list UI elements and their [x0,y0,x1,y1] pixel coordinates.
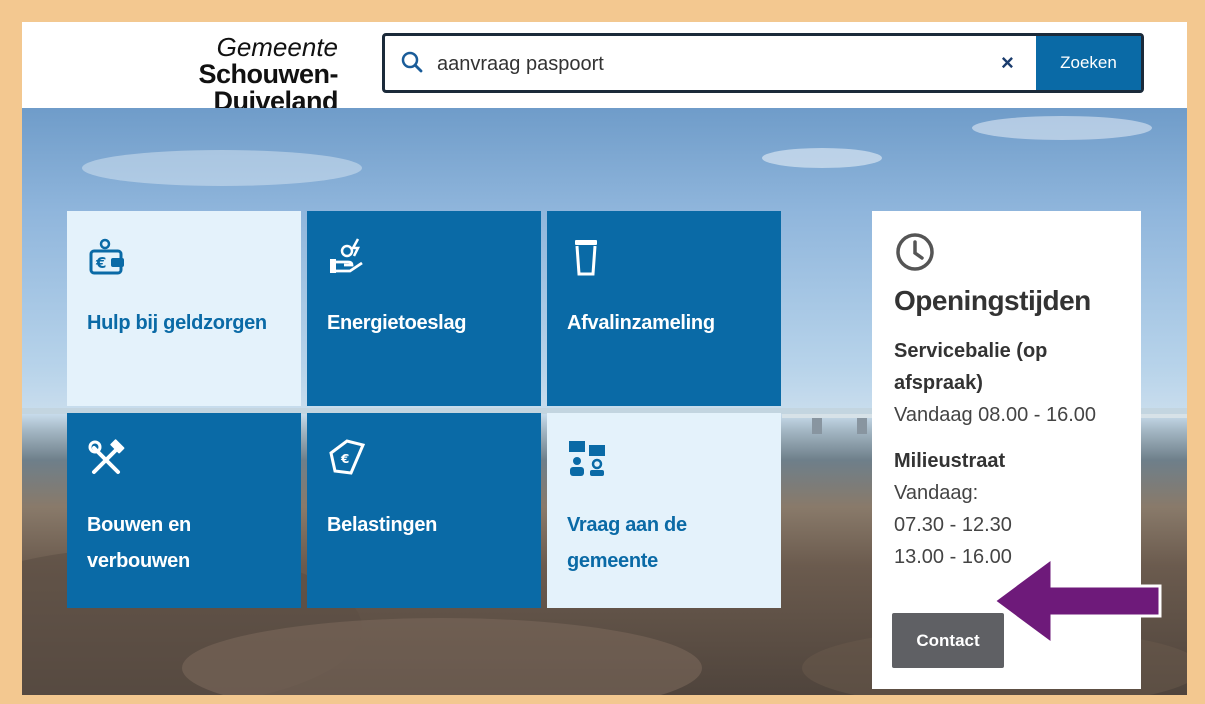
search-input[interactable] [435,49,999,79]
svg-text:€: € [95,254,106,272]
hand-energy-icon [330,238,363,273]
contact-button[interactable]: Contact [892,613,1004,668]
tile-label: Bouwen en verbouwen [87,514,191,572]
search-bar: × Zoeken [382,33,1144,93]
clock-icon [896,233,934,271]
milieu-time-morning: 07.30 - 12.30 [894,514,1012,536]
tile-label: Hulp bij geldzorgen [87,312,267,334]
clear-search-icon[interactable]: × [1001,50,1014,76]
tile-afvalinzameling[interactable]: Afvalinzameling [547,211,781,406]
milieu-day: Vandaag: [894,482,979,504]
tile-belastingen[interactable]: € Belastingen [307,413,541,608]
tile-label: Vraag aan de gemeente [567,514,687,572]
pointer-arrow-icon [991,556,1162,646]
tile-hulp-bij-geldzorgen[interactable]: € Hulp bij geldzorgen [67,211,301,406]
service-label: Servicebalie (op afspraak) [894,340,1048,394]
chat-people-icon [569,441,605,476]
trash-bin-icon [575,240,597,276]
tax-document-icon: € [329,439,366,475]
logo-line2: Schouwen-Duiveland [198,59,338,116]
search-button[interactable]: Zoeken [1036,36,1141,90]
search-icon [401,51,423,73]
service-time: Vandaag 08.00 - 16.00 [894,404,1097,426]
logo-line1: Gemeente [216,32,338,62]
tile-energietoeslag[interactable]: Energietoeslag [307,211,541,406]
svg-text:€: € [340,452,349,466]
hammer-wrench-icon [88,439,125,474]
tile-label: Afvalinzameling [567,312,715,334]
municipality-logo[interactable]: Gemeente Schouwen-Duiveland [74,34,338,115]
tile-bouwen-en-verbouwen[interactable]: Bouwen en verbouwen [67,413,301,608]
tile-label: Belastingen [327,514,438,536]
wallet-euro-icon: € [89,238,124,275]
hours-title: Openingstijden [894,285,1091,316]
tile-vraag-aan-de-gemeente[interactable]: Vraag aan de gemeente [547,413,781,608]
site-header: Gemeente Schouwen-Duiveland × Zoeken [22,22,1187,115]
milieu-label: Milieustraat [894,450,1006,472]
tile-label: Energietoeslag [327,312,467,334]
